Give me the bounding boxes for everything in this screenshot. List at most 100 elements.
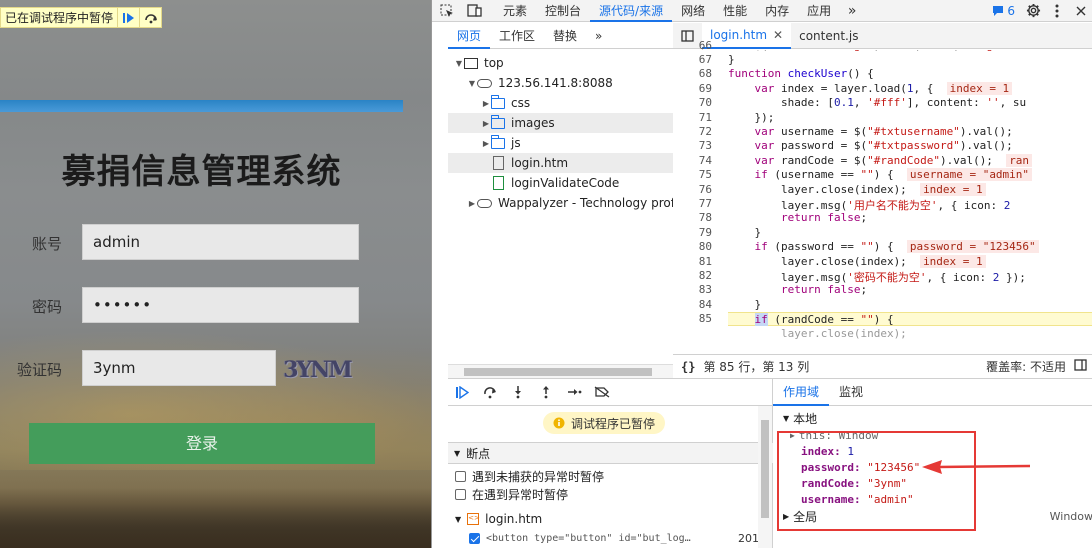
captcha-input[interactable]: 3ynm bbox=[82, 350, 276, 386]
username-input[interactable]: admin bbox=[82, 224, 359, 260]
line-number[interactable]: 72 bbox=[672, 125, 712, 138]
tree-item-label: top bbox=[484, 56, 504, 70]
line-number[interactable]: 76 bbox=[672, 183, 712, 196]
step-over-button[interactable] bbox=[139, 8, 161, 27]
breakpoints-section-header[interactable]: ▼ 断点 bbox=[448, 442, 773, 464]
login-button[interactable]: 登录 bbox=[29, 423, 375, 464]
close-devtools-button[interactable] bbox=[1069, 0, 1092, 22]
tree-item-js[interactable]: ▶ js bbox=[448, 133, 703, 153]
step-out-icon bbox=[543, 386, 549, 399]
navigator-horizontal-scrollbar[interactable] bbox=[448, 364, 703, 378]
tree-item-login-htm[interactable]: login.htm bbox=[448, 153, 703, 173]
more-navigator-tabs-icon[interactable]: » bbox=[586, 23, 611, 49]
code-line: if (password == "") { password = "123456… bbox=[728, 240, 1039, 254]
tab-console[interactable]: 控制台 bbox=[536, 0, 590, 22]
breakpoint-file-row[interactable]: ▼ <> login.htm bbox=[455, 510, 542, 528]
breakpoint-item[interactable]: <button type="button" id="but_log… 201 bbox=[469, 529, 759, 547]
tab-sources[interactable]: 源代码/来源 bbox=[590, 0, 673, 22]
scope-local-header[interactable]: ▼ 本地 bbox=[783, 410, 817, 426]
close-tab-icon[interactable]: ✕ bbox=[773, 22, 783, 48]
pause-uncaught-label: 遇到未捕获的异常时暂停 bbox=[472, 469, 605, 484]
more-options-button[interactable] bbox=[1045, 0, 1069, 22]
tab-watch[interactable]: 监视 bbox=[829, 379, 873, 406]
annotation-arrow bbox=[922, 460, 1031, 474]
line-number[interactable]: 80 bbox=[672, 240, 712, 253]
line-number[interactable]: 70 bbox=[672, 96, 712, 109]
line-number[interactable]: 75 bbox=[672, 168, 712, 181]
line-number[interactable]: 69 bbox=[672, 82, 712, 95]
breakpoint-checkbox[interactable] bbox=[469, 532, 480, 544]
inspect-element-button[interactable] bbox=[432, 0, 462, 22]
device-toolbar-button[interactable] bbox=[462, 0, 486, 22]
tree-item-wappalyzer[interactable]: ▶ Wappalyzer - Technology profile bbox=[448, 193, 703, 213]
pause-uncaught-checkbox[interactable] bbox=[455, 470, 466, 482]
tab-network[interactable]: 网络 bbox=[672, 0, 714, 22]
line-number[interactable]: 82 bbox=[672, 269, 712, 282]
more-tabs-chevron-icon[interactable]: » bbox=[840, 0, 864, 22]
line-number[interactable]: 84 bbox=[672, 298, 712, 311]
line-number[interactable]: 74 bbox=[672, 154, 712, 167]
editor-tab-login-htm[interactable]: login.htm ✕ bbox=[702, 22, 792, 49]
tree-item-images[interactable]: ▶ images bbox=[448, 113, 703, 133]
tree-item-top[interactable]: ▼ top bbox=[448, 53, 703, 73]
line-number[interactable]: 66 bbox=[672, 39, 712, 52]
line-number-gutter[interactable]: 66 67 68 69 70 71 72 73 74 75 76 77 78 7… bbox=[672, 39, 728, 354]
cloud-icon bbox=[477, 198, 492, 208]
code-content[interactable]: $("#randCodeImage").attr("src", "loginVa… bbox=[728, 50, 1092, 354]
line-number[interactable]: 73 bbox=[672, 139, 712, 152]
line-number[interactable]: 71 bbox=[672, 111, 712, 124]
line-number[interactable]: 83 bbox=[672, 283, 712, 296]
login-form: 募捐信息管理系统 账号 admin 密码 •••••• 验证码 3ynm 3YN… bbox=[0, 100, 403, 480]
expand-arrow-icon: ▼ bbox=[454, 448, 461, 458]
line-number[interactable]: 81 bbox=[672, 255, 712, 268]
tree-item-origin[interactable]: ▼ 123.56.141.8:8088 bbox=[448, 73, 703, 93]
tab-page[interactable]: 网页 bbox=[448, 23, 491, 49]
code-line: layer.close(index); bbox=[728, 327, 907, 340]
line-number[interactable]: 67 bbox=[672, 53, 712, 66]
current-execution-line: if (randCode == "") { bbox=[728, 312, 1092, 327]
pause-caught-checkbox[interactable] bbox=[455, 488, 466, 500]
line-number[interactable]: 68 bbox=[672, 67, 712, 80]
debugger-vertical-scrollbar[interactable] bbox=[758, 406, 772, 548]
tab-elements[interactable]: 元素 bbox=[494, 0, 536, 22]
line-number[interactable]: 79 bbox=[672, 226, 712, 239]
file-navigator: 网页 工作区 替换 » ⋮ ▼ top ▼ 123.56.141.8:8088 … bbox=[448, 23, 703, 378]
editor-tab-content-js[interactable]: content.js bbox=[791, 23, 866, 49]
code-line: var username = $("#txtusername").val(); bbox=[754, 125, 1013, 138]
tree-item-label: images bbox=[511, 116, 555, 130]
gear-icon bbox=[1026, 3, 1040, 18]
line-number[interactable]: 78 bbox=[672, 211, 712, 224]
line-number[interactable]: 77 bbox=[672, 197, 712, 210]
settings-button[interactable] bbox=[1021, 0, 1045, 22]
tab-workspace[interactable]: 工作区 bbox=[490, 23, 544, 49]
resume-button[interactable] bbox=[448, 379, 476, 405]
step-out-button[interactable] bbox=[532, 379, 560, 405]
toggle-debugger-sidebar-button[interactable] bbox=[1074, 359, 1092, 374]
tab-scope[interactable]: 作用域 bbox=[773, 379, 830, 406]
tree-item-loginvalidatecode[interactable]: loginValidateCode bbox=[448, 173, 703, 193]
tree-item-label: Wappalyzer - Technology profile bbox=[498, 196, 689, 210]
issues-badge[interactable]: 6 bbox=[986, 4, 1021, 18]
tab-memory[interactable]: 内存 bbox=[756, 0, 798, 22]
captcha-image[interactable]: 3YNM bbox=[276, 352, 358, 388]
pause-on-caught-option[interactable]: 在遇到异常时暂停 bbox=[455, 485, 568, 503]
code-line: shade: [0.1, '#fff'], content: '', su bbox=[728, 96, 1027, 109]
step-into-button[interactable] bbox=[504, 379, 532, 405]
tree-item-label: login.htm bbox=[511, 156, 569, 170]
pretty-print-button[interactable]: {} bbox=[673, 360, 703, 374]
pause-on-uncaught-option[interactable]: 遇到未捕获的异常时暂停 bbox=[455, 467, 604, 485]
tab-overrides[interactable]: 替换 bbox=[544, 23, 586, 49]
close-icon bbox=[1076, 6, 1086, 15]
tree-item-css[interactable]: ▶ css bbox=[448, 93, 703, 113]
step-button[interactable] bbox=[560, 379, 588, 405]
line-number[interactable]: 85 bbox=[672, 312, 712, 325]
step-over-button[interactable] bbox=[476, 379, 504, 405]
paused-banner-text: 已在调试程序中暂停 bbox=[5, 11, 114, 25]
code-line: }); bbox=[728, 111, 775, 124]
resume-button[interactable] bbox=[117, 8, 139, 27]
password-input[interactable]: •••••• bbox=[82, 287, 359, 323]
deactivate-breakpoints-button[interactable] bbox=[588, 379, 616, 405]
tab-application[interactable]: 应用 bbox=[798, 0, 840, 22]
inspect-icon bbox=[440, 4, 453, 17]
tab-performance[interactable]: 性能 bbox=[714, 0, 756, 22]
